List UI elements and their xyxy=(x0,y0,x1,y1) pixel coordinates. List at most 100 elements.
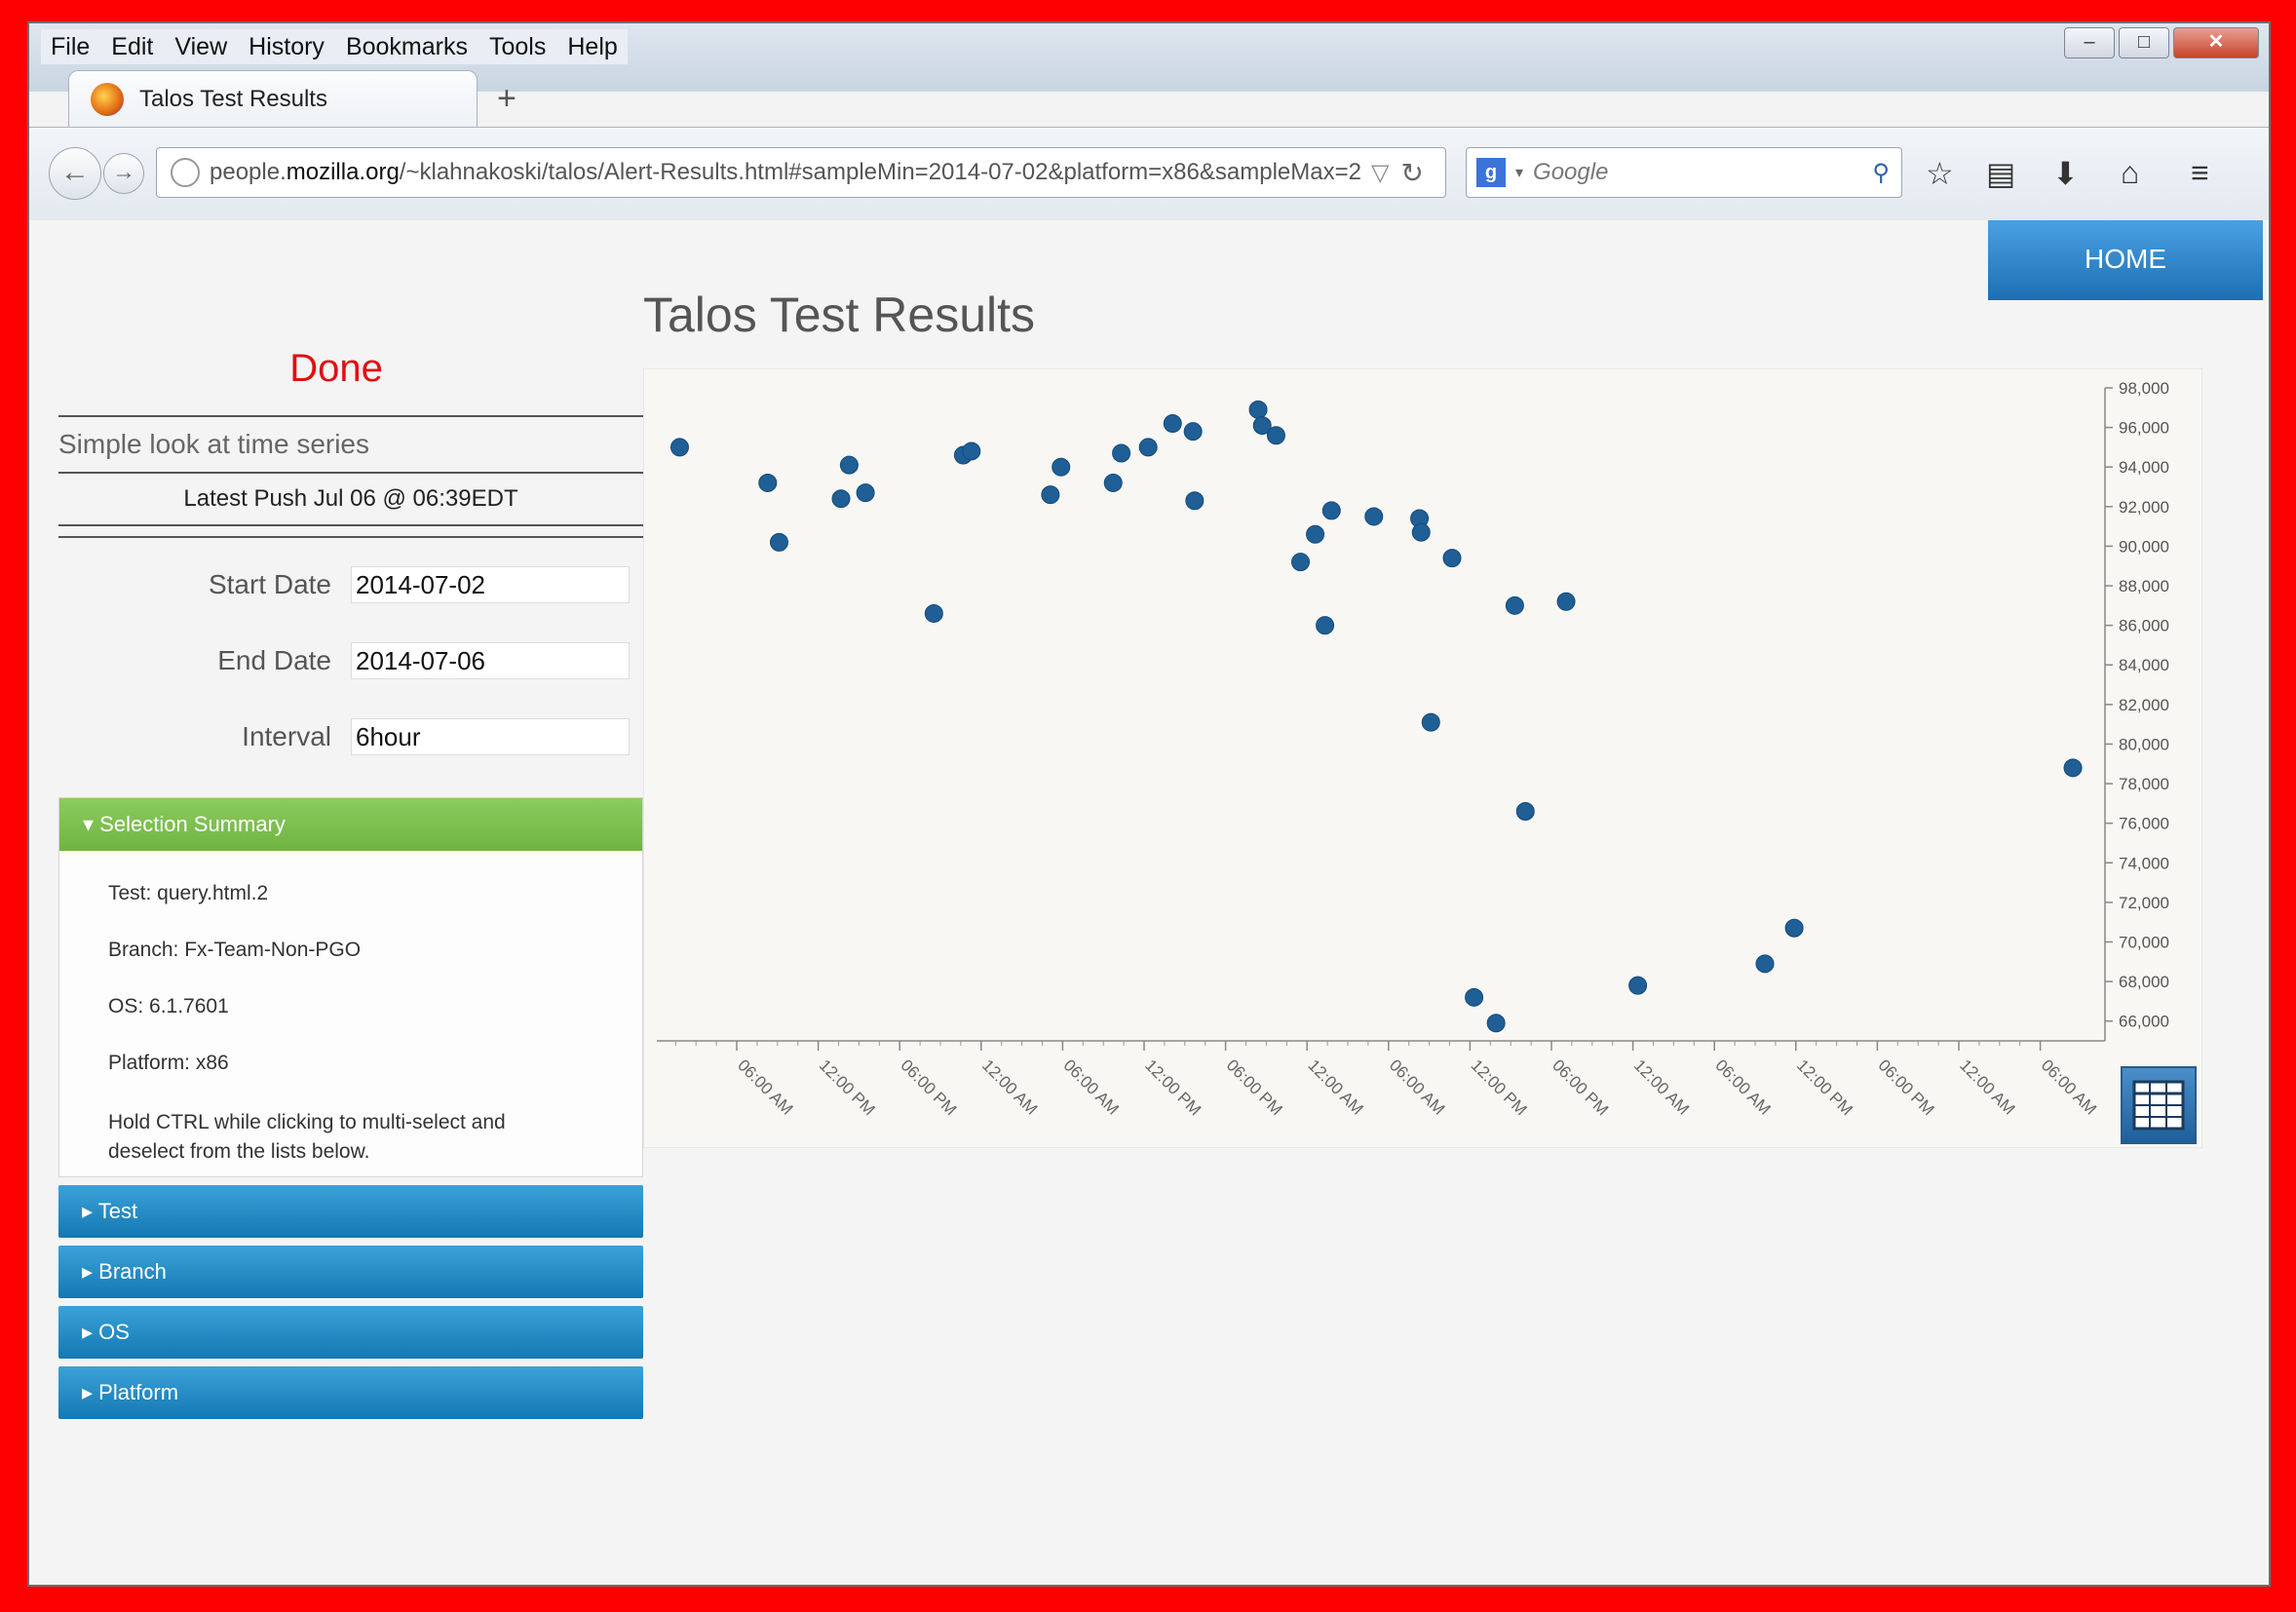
reload-icon[interactable]: ↻ xyxy=(1400,157,1423,189)
accordion-label: Branch xyxy=(98,1259,167,1284)
menu-view[interactable]: View xyxy=(174,29,227,64)
y-tick-label: 94,000 xyxy=(2119,458,2169,477)
close-window-button[interactable]: ✕ xyxy=(2173,27,2259,58)
chart-background xyxy=(642,367,2203,1149)
menu-file[interactable]: File xyxy=(51,29,90,64)
search-engine-dropdown-icon[interactable]: ▾ xyxy=(1515,163,1523,182)
y-tick-label: 82,000 xyxy=(2119,696,2169,714)
caret-right-icon: ▸ xyxy=(82,1199,98,1223)
y-tick-label: 90,000 xyxy=(2119,537,2169,556)
new-tab-icon[interactable]: + xyxy=(497,80,517,118)
start-date-input[interactable] xyxy=(351,566,630,603)
menu-bar: File Edit View History Bookmarks Tools H… xyxy=(41,29,628,64)
download-icon[interactable]: ⬇ xyxy=(2052,155,2079,192)
caret-right-icon: ▸ xyxy=(82,1259,99,1284)
y-tick-label: 86,000 xyxy=(2119,617,2169,635)
page-content: HOME Talos Test Results Done Simple look… xyxy=(29,220,2269,1585)
url-domain: mozilla.org xyxy=(286,159,400,185)
data-point xyxy=(670,438,689,457)
selection-summary-header[interactable]: ▾ Selection Summary xyxy=(59,798,642,851)
firefox-icon xyxy=(91,82,124,116)
selection-summary-panel: ▾ Selection Summary Test: query.html.2 B… xyxy=(58,797,643,1177)
summary-test: Test: query.html.2 xyxy=(108,882,269,904)
data-point xyxy=(758,473,778,492)
menu-history[interactable]: History xyxy=(249,29,325,64)
google-icon[interactable]: g xyxy=(1476,158,1506,187)
navigation-bar: ← → people. mozilla.org/~klahnakoski/talo… xyxy=(29,127,2269,222)
back-arrow-icon[interactable]: ← xyxy=(49,147,101,200)
data-point xyxy=(1411,522,1431,542)
search-bar[interactable]: g ▾ Google ⚲ xyxy=(1466,147,1902,198)
end-date-row: End Date xyxy=(58,632,643,690)
data-point xyxy=(1486,1014,1506,1033)
data-point xyxy=(1465,987,1484,1007)
accordion-test[interactable]: ▸ Test xyxy=(58,1185,643,1238)
data-point xyxy=(1321,501,1341,520)
y-tick-label: 70,000 xyxy=(2119,933,2169,951)
search-placeholder: Google xyxy=(1533,159,1609,185)
search-icon[interactable]: ⚲ xyxy=(1872,159,1890,187)
data-point xyxy=(1306,524,1325,544)
data-point xyxy=(769,532,788,552)
data-point xyxy=(1628,976,1648,995)
start-date-row: Start Date xyxy=(58,556,643,614)
home-button[interactable]: HOME xyxy=(1988,220,2263,300)
latest-push: Latest Push Jul 06 @ 06:39EDT xyxy=(183,485,518,512)
accordion-platform[interactable]: ▸ Platform xyxy=(58,1366,643,1419)
summary-hint: Hold CTRL while clicking to multi-select… xyxy=(108,1111,506,1163)
data-point xyxy=(924,603,943,623)
menu-edit[interactable]: Edit xyxy=(111,29,153,64)
y-tick-label: 72,000 xyxy=(2119,894,2169,912)
data-point xyxy=(1103,473,1123,492)
accordion-branch[interactable]: ▸ Branch xyxy=(58,1246,643,1298)
url-prefix: people. xyxy=(210,159,287,185)
data-point xyxy=(1421,712,1440,732)
data-point xyxy=(1112,443,1131,463)
data-point xyxy=(1316,616,1335,635)
maximize-button[interactable]: □ xyxy=(2119,27,2169,58)
forward-arrow-icon[interactable]: → xyxy=(103,153,144,194)
divider xyxy=(58,536,643,538)
sidebar: Simple look at time series Latest Push J… xyxy=(58,415,643,1419)
summary-branch: Branch: Fx-Team-Non-PGO xyxy=(108,939,362,961)
accordion-label: Test xyxy=(97,1199,138,1223)
data-point xyxy=(1556,592,1576,611)
home-icon[interactable]: ⌂ xyxy=(2121,155,2139,191)
interval-input[interactable] xyxy=(351,718,630,755)
accordion-os[interactable]: ▸ OS xyxy=(58,1306,643,1359)
dropdown-arrow-icon[interactable]: ▽ xyxy=(1371,159,1389,187)
menu-icon[interactable]: ≡ xyxy=(2191,155,2209,191)
data-point xyxy=(1442,549,1462,568)
y-tick-label: 68,000 xyxy=(2119,973,2169,991)
end-date-label: End Date xyxy=(217,645,331,675)
tab-title: Talos Test Results xyxy=(139,85,327,112)
data-point xyxy=(1364,507,1384,526)
y-tick-label: 74,000 xyxy=(2119,854,2169,872)
y-tick-label: 84,000 xyxy=(2119,656,2169,674)
menu-tools[interactable]: Tools xyxy=(489,29,546,64)
data-point xyxy=(1163,414,1182,434)
data-point xyxy=(1755,954,1775,974)
accordion-label: OS xyxy=(98,1320,130,1344)
page-title: Talos Test Results xyxy=(643,288,1036,342)
bookmarks-list-icon[interactable]: ▤ xyxy=(1986,155,2015,192)
table-view-button[interactable] xyxy=(2121,1066,2197,1144)
end-date-input[interactable] xyxy=(351,642,630,679)
scatter-chart: 98,000 96,000 94,000 92,000 90,000 88,000 86,0… xyxy=(642,367,2203,1149)
browser-tab[interactable]: Talos Test Results xyxy=(68,70,478,127)
summary-os: OS: 6.1.7601 xyxy=(108,995,229,1017)
minimize-button[interactable]: – xyxy=(2064,27,2115,58)
browser-window: File Edit View History Bookmarks Tools H… xyxy=(27,21,2271,1587)
start-date-label: Start Date xyxy=(208,569,331,599)
y-tick-label: 98,000 xyxy=(2119,379,2169,398)
menu-bookmarks[interactable]: Bookmarks xyxy=(346,29,468,64)
data-point xyxy=(856,483,875,503)
menu-help[interactable]: Help xyxy=(567,29,617,64)
bookmark-star-icon[interactable]: ☆ xyxy=(1926,155,1954,192)
description: Simple look at time series xyxy=(58,429,370,459)
data-point xyxy=(831,489,851,509)
data-point xyxy=(1515,801,1535,821)
selection-summary-title: Selection Summary xyxy=(99,812,286,836)
data-point xyxy=(1291,553,1311,572)
url-bar[interactable]: people. mozilla.org/~klahnakoski/talos/Al… xyxy=(156,147,1446,198)
